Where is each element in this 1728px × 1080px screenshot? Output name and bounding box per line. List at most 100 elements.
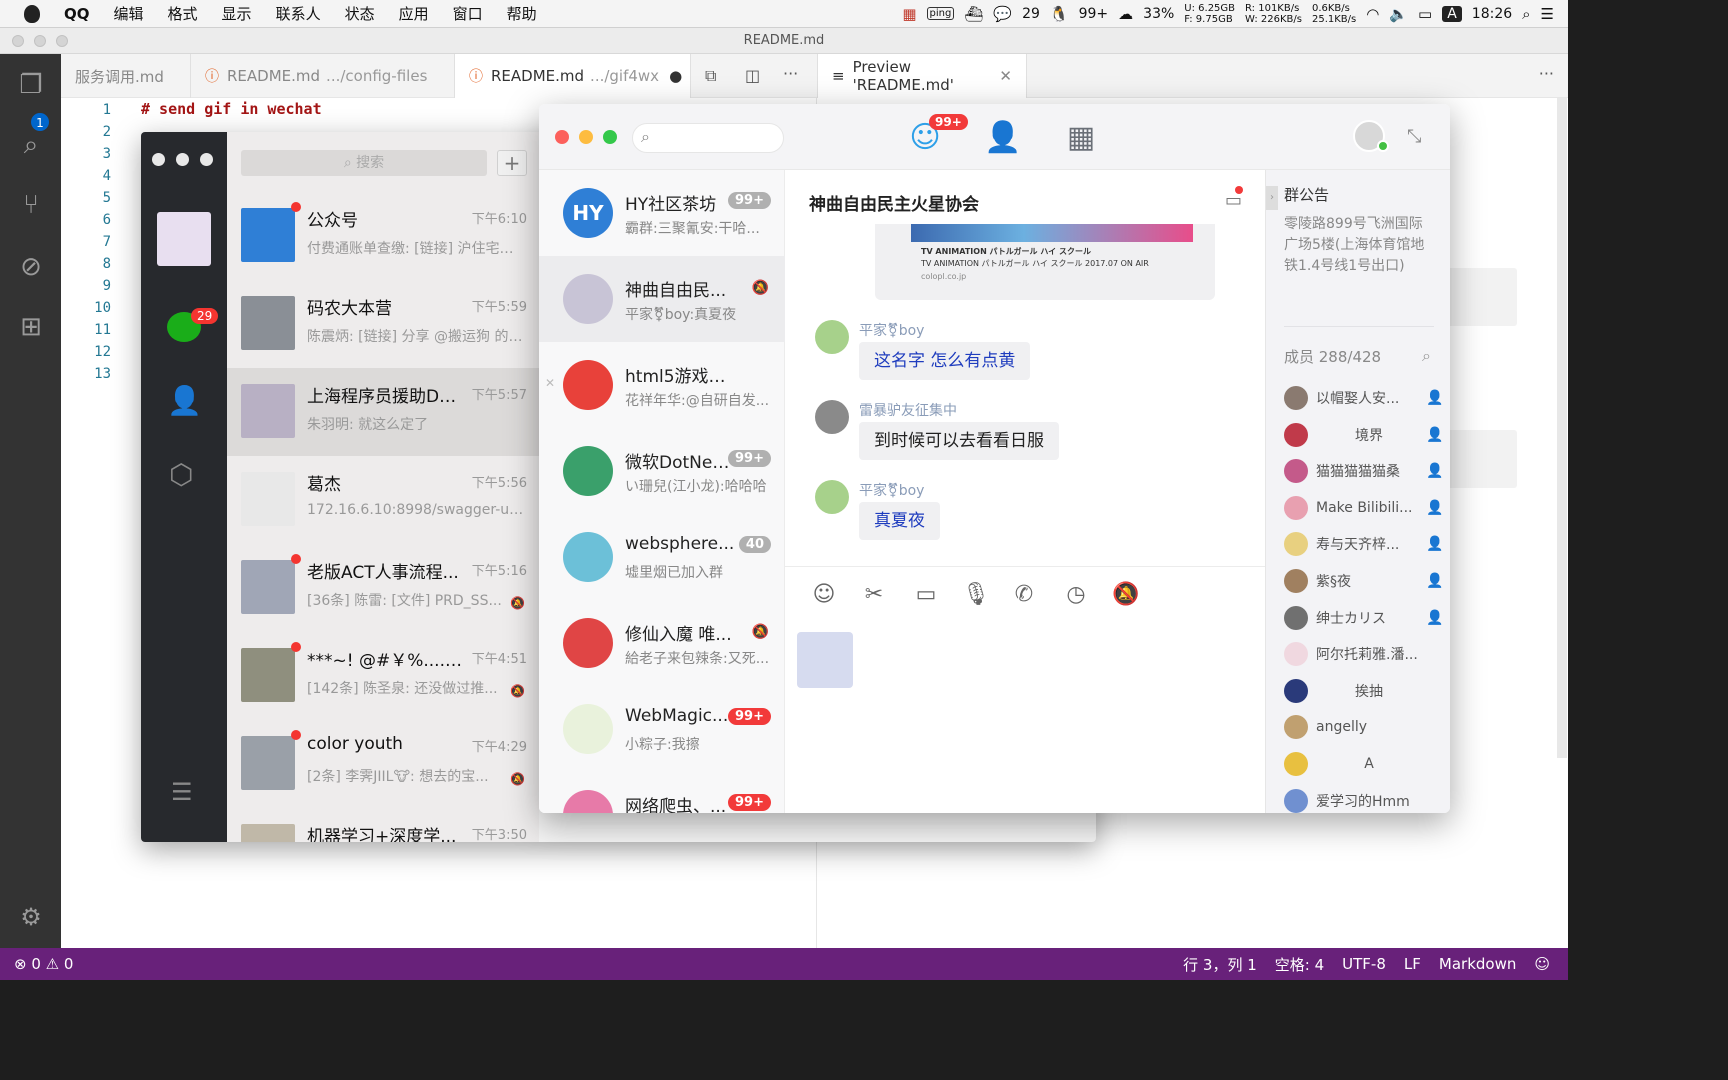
menu-apps[interactable]: 应用	[387, 3, 441, 24]
avatar[interactable]	[815, 320, 849, 354]
window-close-button[interactable]	[555, 130, 569, 144]
settings-gear-icon[interactable]: ⚙	[14, 900, 48, 934]
member-item[interactable]: angelly	[1284, 709, 1444, 745]
menu-edit[interactable]: 编辑	[102, 3, 156, 24]
search-members-icon[interactable]: ⌕	[1422, 346, 1431, 366]
cloud-icon[interactable]: ☁	[1118, 5, 1133, 23]
ping-icon[interactable]: ping	[926, 7, 955, 20]
search-input[interactable]: ⌕	[632, 123, 784, 153]
menu-app-name[interactable]: QQ	[52, 5, 102, 23]
clock[interactable]: 18:26	[1472, 6, 1512, 22]
member-item[interactable]: 紫§夜 👤	[1284, 563, 1444, 599]
chat-list-item[interactable]: 公众号 下午6:10 付费通账单查缴: [链接] 沪住宅物业费...	[227, 192, 539, 280]
menu-help[interactable]: 帮助	[495, 3, 549, 24]
more-actions-icon[interactable]: ···	[1539, 64, 1554, 83]
message-input[interactable]	[797, 630, 1253, 800]
member-item[interactable]: A	[1284, 746, 1444, 782]
window-minimize-button[interactable]	[176, 153, 189, 166]
menu-window[interactable]: 窗口	[441, 3, 495, 24]
member-item[interactable]: 爱学习的Hmm	[1284, 783, 1444, 813]
conversation-item[interactable]: 网络爬虫、... 99+	[539, 772, 785, 813]
close-conversation-icon[interactable]: ✕	[545, 376, 555, 390]
chat-list-item[interactable]: 上海程序员援助DE... 下午5:57 朱羽明: 就这么定了	[227, 368, 539, 456]
tab-service-doc[interactable]: 服务调用.md	[61, 54, 191, 98]
tab-readme-config[interactable]: ⓘ README.md .../config-files	[191, 54, 455, 98]
file-folder-icon[interactable]: ▭	[911, 580, 941, 610]
avatar[interactable]	[157, 212, 211, 266]
explorer-icon[interactable]: ❐	[14, 68, 48, 102]
chat-list-item[interactable]: ***~! @#￥%........ 下午4:51 [142条] 陈圣泉: 还没做过…	[227, 632, 539, 720]
member-item[interactable]: Make Bilibili... 👤	[1284, 490, 1444, 526]
volume-icon[interactable]: 🔈	[1389, 5, 1408, 23]
apple-icon[interactable]	[24, 4, 40, 23]
member-item[interactable]: 绅士カリス 👤	[1284, 600, 1444, 636]
avatar[interactable]	[815, 400, 849, 434]
problems-indicator[interactable]: ⊗ 0 ⚠ 0	[14, 955, 73, 973]
window-zoom-button[interactable]	[56, 35, 68, 47]
window-close-button[interactable]	[152, 153, 165, 166]
member-item[interactable]: 以帽娶人安... 👤	[1284, 380, 1444, 416]
docker-icon[interactable]: ⛴	[964, 5, 983, 23]
contacts-nav-icon[interactable]: 👤	[983, 118, 1023, 158]
favorites-box-icon[interactable]: ⬡	[169, 458, 193, 491]
member-item[interactable]: 猫猫猫猫猫桑 👤	[1284, 453, 1444, 489]
link-card[interactable]: TV ANIMATION パトルガール ハイ スクール TV ANIMATION…	[875, 224, 1215, 300]
conversation-item[interactable]: 神曲自由民... 平家⚧boy:真夏夜 🔕	[539, 256, 785, 342]
wechat-tray-icon[interactable]: 💬	[993, 5, 1012, 23]
chat-list-item[interactable]: 老版ACT人事流程... 下午5:16 [36条] 陈雷: [文件] PRD_SS.…	[227, 544, 539, 632]
indentation[interactable]: 空格: 4	[1275, 954, 1324, 975]
member-item[interactable]: 挨抽	[1284, 673, 1444, 709]
feedback-smiley-icon[interactable]: ☺	[1534, 955, 1550, 973]
chat-list-item[interactable]: 机器学习+深度学... 下午3:50	[227, 808, 539, 842]
menu-view[interactable]: 显示	[210, 3, 264, 24]
split-editor-icon[interactable]: ◫	[745, 66, 760, 85]
window-minimize-button[interactable]	[579, 130, 593, 144]
conversation-item[interactable]: HY HY社区茶坊 霸群:三聚氰安:干哈... 99+	[539, 170, 785, 256]
encoding[interactable]: UTF-8	[1342, 955, 1386, 973]
conversation-item[interactable]: 修仙入魔 唯... 給老子来包辣条:又死... 🔕	[539, 600, 785, 686]
apps-grid-icon[interactable]: ▦	[1061, 118, 1101, 158]
qq-tray-icon[interactable]: 🐧	[1050, 5, 1069, 23]
microphone-icon[interactable]: 🎙	[961, 580, 991, 610]
message-sender[interactable]: 雷暴驴友征集中	[859, 400, 957, 420]
wifi-icon[interactable]: ◠	[1366, 5, 1379, 23]
member-item[interactable]: 寿与天齐梓... 👤	[1284, 526, 1444, 562]
contacts-icon[interactable]: 👤	[167, 384, 202, 417]
menu-status[interactable]: 状态	[333, 3, 387, 24]
collapse-panel-icon[interactable]: ›	[1266, 186, 1278, 210]
debug-icon[interactable]: ⊘	[14, 250, 48, 284]
tab-readme-gif4wx[interactable]: ⓘ README.md .../gif4wx ●	[455, 54, 691, 98]
emoji-icon[interactable]: ☺	[809, 580, 839, 610]
scrollbar[interactable]	[1557, 98, 1567, 758]
conversation-item[interactable]: websphere... 墟里烟已加入群 40	[539, 514, 785, 600]
message-sender[interactable]: 平家⚧boy	[859, 480, 924, 500]
conversation-item[interactable]: html5游戏行业... 花祥年华:@自研自发... ✕	[539, 342, 785, 428]
chat-list-item[interactable]: 码农大本营 下午5:59 陈震炳: [链接] 分享 @搬运狗 的微博...	[227, 280, 539, 368]
phone-icon[interactable]: ✆	[1009, 580, 1039, 610]
cursor-position[interactable]: 行 3，列 1	[1183, 954, 1257, 975]
compact-mode-icon[interactable]: ⤡	[1407, 126, 1421, 147]
open-preview-icon[interactable]: ⧉	[705, 66, 716, 86]
conversation-item[interactable]: 微软DotNet... い珊兒(江小龙):哈哈哈 99+	[539, 428, 785, 514]
avatar[interactable]	[815, 480, 849, 514]
member-item[interactable]: 境界 👤	[1284, 417, 1444, 453]
search-icon[interactable]: ⌕	[14, 128, 48, 162]
menu-format[interactable]: 格式	[156, 3, 210, 24]
source-control-icon[interactable]: ⑂	[14, 188, 48, 222]
window-zoom-button[interactable]	[603, 130, 617, 144]
close-tab-icon[interactable]: ✕	[999, 67, 1012, 85]
input-method-icon[interactable]: A	[1442, 5, 1462, 22]
spotlight-icon[interactable]: ⌕	[1522, 5, 1530, 23]
chat-list-item[interactable]: 葛杰 下午5:56 172.16.6.10:8998/swagger-ui....	[227, 456, 539, 544]
conversation-item[interactable]: WebMagic... 小粽子:我擦 99+	[539, 686, 785, 772]
mute-bell-icon[interactable]: 🔕	[1111, 580, 1141, 610]
film-icon[interactable]: ▦	[902, 5, 916, 23]
line-ending[interactable]: LF	[1404, 955, 1421, 973]
battery-icon[interactable]: ▭	[1418, 5, 1432, 23]
language-mode[interactable]: Markdown	[1439, 955, 1516, 973]
menu-icon[interactable]: ☰	[171, 778, 193, 806]
window-minimize-button[interactable]	[34, 35, 46, 47]
screenshot-scissors-icon[interactable]: ✂	[859, 580, 889, 610]
menu-contacts[interactable]: 联系人	[264, 3, 333, 24]
tab-preview-readme[interactable]: ≡ Preview 'README.md' ✕	[817, 54, 1027, 98]
